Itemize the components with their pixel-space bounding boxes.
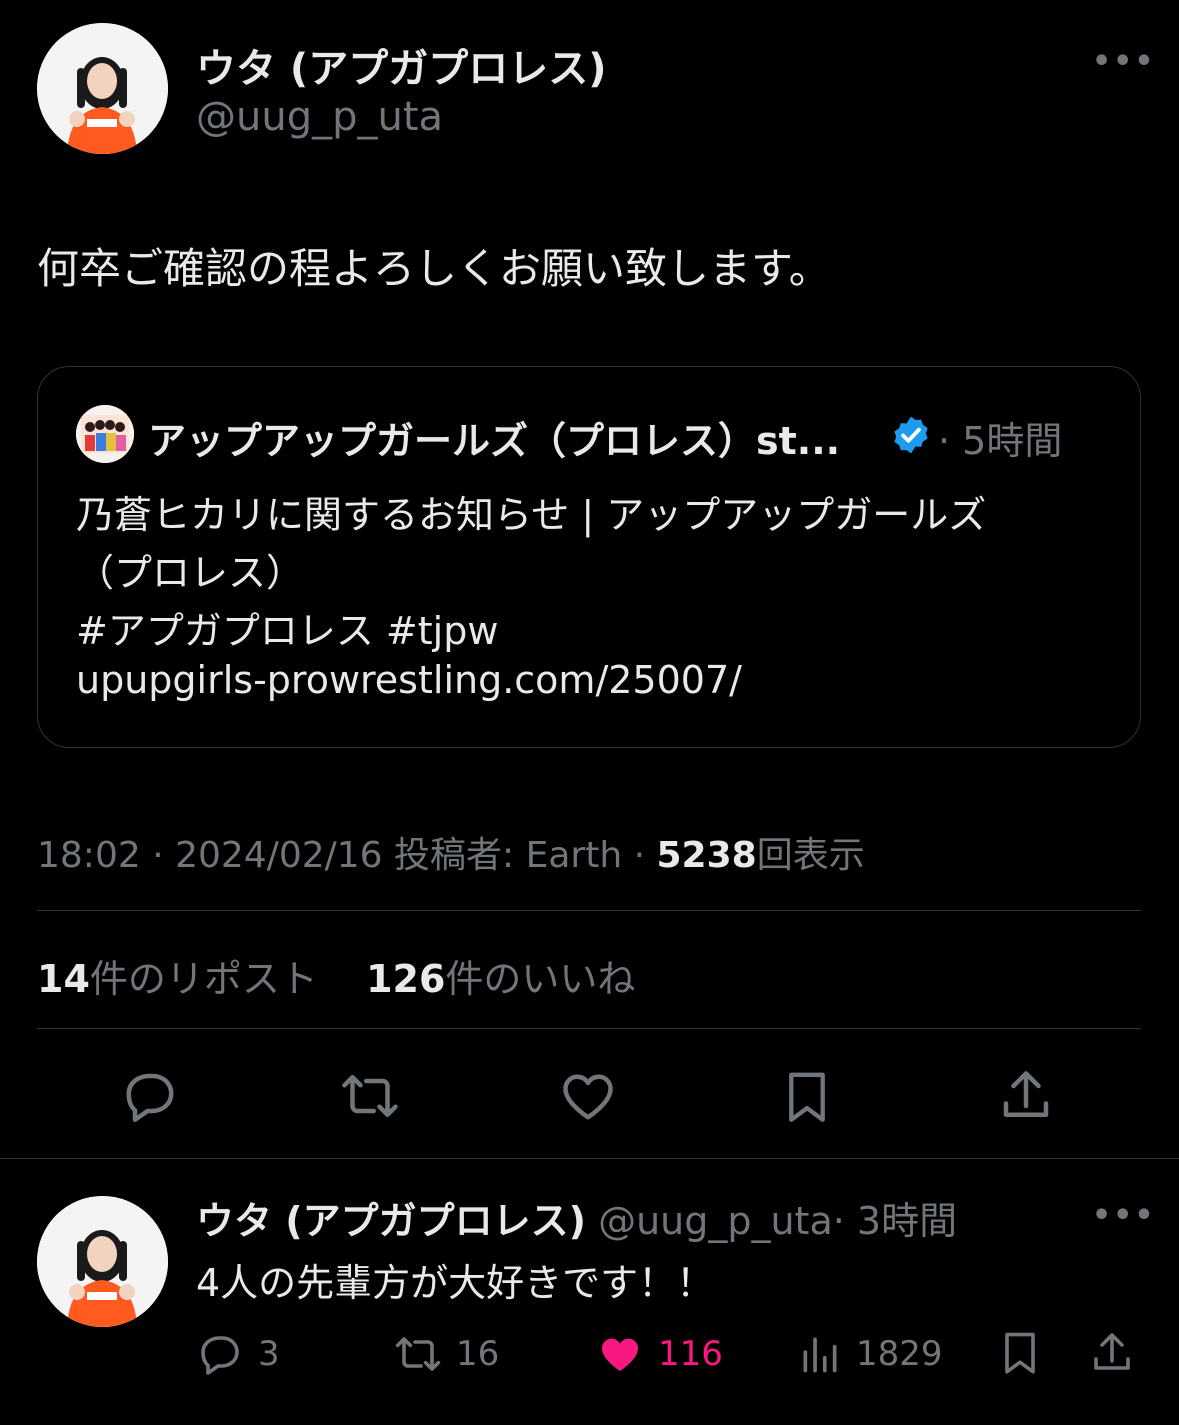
like-icon xyxy=(563,1074,613,1120)
reply-icon xyxy=(201,1336,239,1375)
engagement-stats: 14件のリポスト 126件のいいね xyxy=(37,948,635,1003)
reply-like-button[interactable]: 116 xyxy=(596,1330,723,1378)
reposts-count: 14 xyxy=(37,957,90,1001)
quoted-hashtags: #アプガプロレス #tjpw xyxy=(76,609,499,653)
author-handle[interactable]: @uug_p_uta xyxy=(196,94,443,140)
like-filled-icon xyxy=(602,1338,638,1371)
quoted-author-name[interactable]: アップアップガールズ（プロレス）st... xyxy=(148,410,840,465)
quoted-link[interactable]: upupgirls-prowrestling.com/25007/ xyxy=(76,658,742,702)
reply-text: 4人の先輩方が大好きです！！ xyxy=(196,1261,715,1305)
quoted-author-avatar xyxy=(76,405,134,463)
views-icon xyxy=(803,1337,837,1373)
reply-bookmark-button[interactable] xyxy=(996,1326,1044,1380)
bookmark-button[interactable] xyxy=(778,1066,836,1128)
posted-by: 投稿者: Earth · xyxy=(394,835,646,876)
reply-reply-button[interactable]: 3 xyxy=(196,1330,280,1378)
view-count: 5238 xyxy=(656,835,757,876)
reposts-label: 件のリポスト xyxy=(89,957,318,1001)
share-button[interactable] xyxy=(996,1066,1056,1126)
repost-button[interactable] xyxy=(338,1066,402,1126)
reply-author-avatar[interactable] xyxy=(37,1196,168,1327)
divider xyxy=(37,1028,1141,1029)
reposts-stat[interactable]: 14件のリポスト xyxy=(37,957,318,1001)
reply-share-button[interactable] xyxy=(1088,1328,1136,1378)
share-icon xyxy=(1094,1333,1130,1370)
reply-header: ウタ (アプガプロレス) @uug_p_uta· 3時間 xyxy=(196,1190,957,1245)
quoted-text-line: （プロレス） xyxy=(76,551,305,595)
tweet-meta: 18:02 · 2024/02/16 投稿者: Earth · 5238回表示 xyxy=(37,826,865,878)
repost-count: 16 xyxy=(456,1334,500,1374)
views-count: 1829 xyxy=(856,1334,943,1374)
tweet-timestamp[interactable]: 18:02 · 2024/02/16 xyxy=(37,835,383,876)
reply-button[interactable] xyxy=(120,1066,180,1126)
bookmark-icon xyxy=(789,1072,825,1122)
like-button[interactable] xyxy=(558,1066,618,1126)
share-icon xyxy=(1003,1071,1049,1117)
quoted-time: · 5時間 xyxy=(938,419,1063,463)
reply-time: · 3時間 xyxy=(832,1199,958,1243)
reply-author-handle[interactable]: @uug_p_uta xyxy=(598,1199,833,1243)
reply-icon xyxy=(126,1073,174,1122)
likes-count: 126 xyxy=(366,957,446,1001)
more-options-button[interactable]: ••• xyxy=(1092,44,1156,79)
tweet-text: 何卒ご確認の程よろしくお願い致します。 xyxy=(37,244,831,293)
divider xyxy=(37,910,1141,911)
reply-count: 3 xyxy=(258,1334,280,1374)
reply-repost-button[interactable]: 16 xyxy=(392,1330,499,1378)
reply-views-button[interactable]: 1829 xyxy=(798,1330,943,1378)
bookmark-icon xyxy=(1005,1332,1035,1374)
like-count: 116 xyxy=(658,1334,723,1374)
likes-stat[interactable]: 126件のいいね xyxy=(366,957,635,1001)
quoted-text-line: 乃蒼ヒカリに関するお知らせ | アップアップガールズ xyxy=(76,493,987,537)
verified-badge-icon xyxy=(890,414,932,456)
author-avatar[interactable] xyxy=(37,23,168,154)
reply-author-name[interactable]: ウタ (アプガプロレス) xyxy=(196,1199,586,1243)
reply-more-options-button[interactable]: ••• xyxy=(1092,1198,1156,1233)
repost-icon xyxy=(395,1337,441,1371)
repost-icon xyxy=(342,1075,398,1117)
view-label: 回表示 xyxy=(756,835,865,876)
divider xyxy=(0,1158,1179,1159)
author-name[interactable]: ウタ (アプガプロレス) xyxy=(196,36,607,94)
likes-label: 件のいいね xyxy=(445,957,636,1001)
